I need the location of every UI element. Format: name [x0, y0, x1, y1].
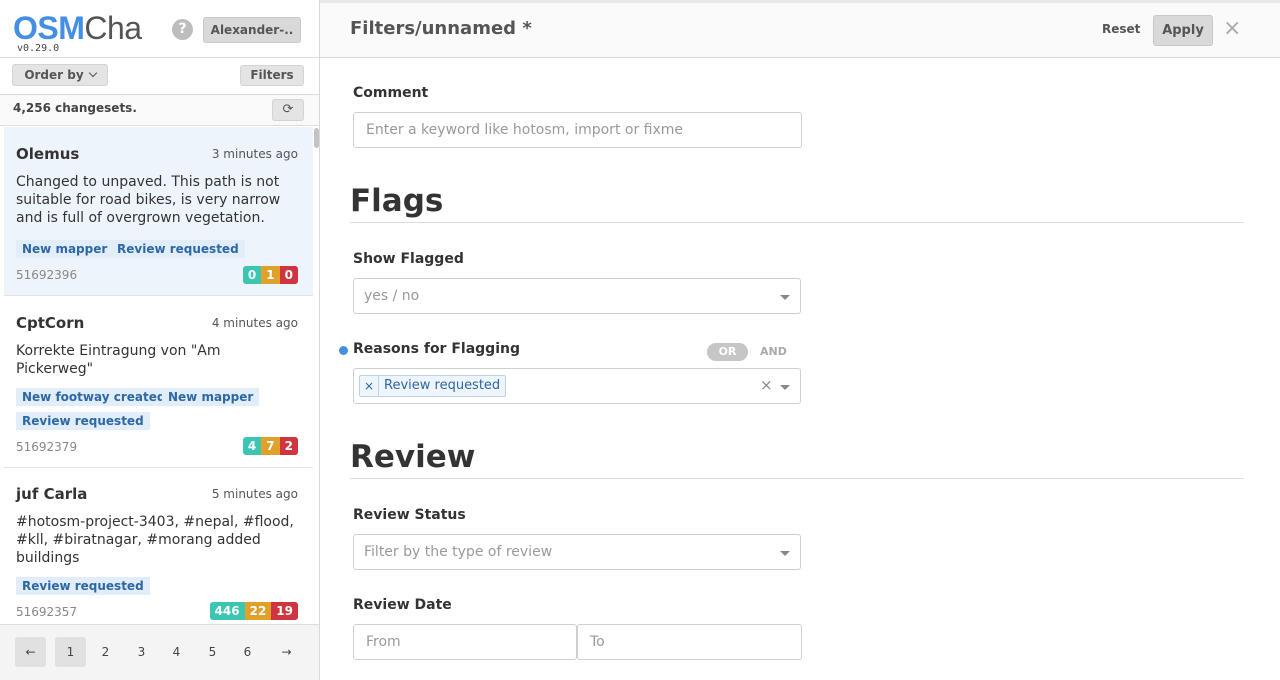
changeset-tag: New mapper	[16, 240, 114, 258]
create-count: 446	[209, 602, 245, 620]
review-status-placeholder: Filter by the type of review	[364, 544, 553, 560]
changeset-count: 4,256 changesets.	[13, 101, 137, 115]
modify-count: 1	[261, 266, 280, 284]
page-4-button[interactable]: 4	[161, 637, 192, 667]
changeset-card[interactable]: CptCorn 4 minutes ago Korrekte Eintragun…	[4, 298, 313, 468]
help-icon[interactable]: ?	[172, 19, 193, 40]
refresh-button[interactable]: ⟳	[272, 99, 304, 121]
review-date-label: Review Date	[353, 597, 452, 613]
user-menu-button[interactable]: Alexander-..	[203, 17, 301, 43]
chip-label: Review requested	[384, 378, 501, 393]
review-status-select[interactable]: Filter by the type of review	[353, 534, 801, 570]
page-6-button[interactable]: 6	[232, 637, 263, 667]
changeset-user: CptCorn	[16, 314, 85, 332]
chip-remove-icon[interactable]: ×	[360, 376, 379, 396]
show-flagged-value: yes / no	[364, 288, 420, 304]
date-to-input[interactable]: To	[577, 624, 802, 660]
date-from-input[interactable]: From	[353, 624, 577, 660]
or-toggle[interactable]: OR	[707, 343, 748, 361]
show-flagged-select[interactable]: yes / no	[353, 278, 801, 314]
delete-count: 0	[279, 266, 298, 284]
caret-down-icon	[780, 385, 790, 390]
scrollbar-thumb[interactable]	[314, 128, 319, 148]
reset-button[interactable]: Reset	[1102, 22, 1140, 36]
changeset-card[interactable]: juf Carla 5 minutes ago #hotosm-project-…	[4, 469, 313, 624]
changeset-comment: Korrekte Eintragung von "Am Pickerweg"	[16, 343, 221, 377]
review-section-title: Review	[350, 439, 476, 475]
close-icon[interactable]: ×	[1223, 16, 1241, 42]
review-status-label: Review Status	[353, 507, 466, 523]
flags-section-title: Flags	[350, 183, 444, 219]
caret-down-icon	[780, 295, 790, 300]
page-5-button[interactable]: 5	[197, 637, 228, 667]
section-divider	[350, 222, 1244, 223]
page-title: Filters/unnamed *	[350, 18, 532, 39]
page-1-button[interactable]: 1	[55, 637, 86, 667]
show-flagged-label: Show Flagged	[353, 251, 464, 267]
changeset-card[interactable]: Olemus 3 minutes ago Changed to unpaved.…	[4, 127, 313, 296]
page-3-button[interactable]: 3	[126, 637, 157, 667]
changeset-counts: 0 1 0	[242, 266, 298, 284]
app-version: v0.29.0	[17, 43, 60, 54]
changeset-id: 51692379	[16, 440, 78, 454]
changeset-comment: Changed to unpaved. This path is not sui…	[16, 174, 281, 226]
chevron-down-icon	[88, 68, 97, 78]
page-2-button[interactable]: 2	[90, 637, 121, 667]
changeset-time: 3 minutes ago	[211, 147, 298, 161]
modify-count: 7	[261, 437, 280, 455]
filters-button[interactable]: Filters	[240, 65, 304, 86]
section-divider	[350, 478, 1244, 479]
apply-button[interactable]: Apply	[1153, 15, 1213, 46]
changeset-tag: New footway created	[16, 388, 172, 406]
refresh-icon: ⟳	[282, 102, 294, 117]
changeset-counts: 4 7 2	[242, 437, 298, 455]
changeset-id: 51692396	[16, 268, 78, 282]
changeset-tag: Review requested	[16, 412, 150, 430]
and-toggle[interactable]: AND	[760, 345, 787, 358]
delete-count: 2	[279, 437, 298, 455]
changeset-time: 4 minutes ago	[211, 316, 298, 330]
active-filter-indicator	[339, 346, 348, 355]
logo-osm: OSM	[13, 10, 85, 46]
modify-count: 22	[244, 602, 272, 620]
logo-cha: Cha	[84, 10, 142, 46]
comment-label: Comment	[353, 85, 429, 101]
changeset-time: 5 minutes ago	[211, 487, 298, 501]
caret-down-icon	[780, 551, 790, 556]
app-logo[interactable]: OSMCha	[13, 10, 142, 46]
reasons-label: Reasons for Flagging	[353, 341, 520, 357]
prev-page-button[interactable]: ←	[15, 637, 46, 667]
comment-input[interactable]: Enter a keyword like hotosm, import or f…	[353, 112, 802, 148]
reason-chip: × Review requested	[359, 375, 507, 397]
changeset-comment: #hotosm-project-3403, #nepal, #flood, #k…	[16, 514, 294, 566]
changeset-tag: Review requested	[16, 577, 150, 595]
order-by-label: Order by	[24, 68, 84, 82]
create-count: 4	[242, 437, 262, 455]
changeset-tag: Review requested	[111, 240, 245, 258]
delete-count: 19	[271, 602, 298, 620]
changeset-tag: New mapper	[162, 388, 260, 406]
next-page-button[interactable]: →	[271, 637, 302, 667]
divider	[0, 57, 319, 58]
changeset-user: Olemus	[16, 145, 80, 163]
changeset-counts: 446 22 19	[209, 602, 298, 620]
changeset-user: juf Carla	[16, 485, 88, 503]
clear-icon[interactable]: ×	[760, 376, 773, 394]
changeset-id: 51692357	[16, 605, 78, 619]
create-count: 0	[242, 266, 262, 284]
changeset-list[interactable]: Olemus 3 minutes ago Changed to unpaved.…	[4, 127, 313, 624]
order-by-button[interactable]: Order by	[12, 64, 108, 86]
